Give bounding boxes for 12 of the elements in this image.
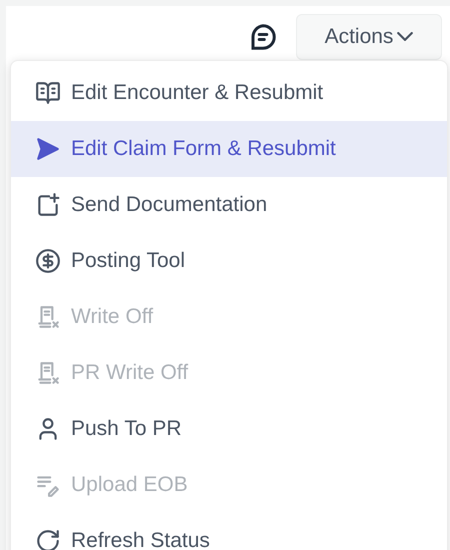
dollar-icon	[35, 248, 61, 274]
book-icon	[35, 80, 61, 106]
menu-item[interactable]: Refresh Status	[11, 513, 447, 550]
chevron-down-icon	[397, 32, 414, 41]
menu-item[interactable]: Posting Tool	[11, 233, 447, 289]
menu-item[interactable]: Push To PR	[11, 401, 447, 457]
menu-item[interactable]: Edit Encounter & Resubmit	[11, 65, 447, 121]
actions-button[interactable]: Actions	[296, 14, 442, 60]
refresh-icon	[35, 528, 61, 550]
menu-item[interactable]: Send Documentation	[11, 177, 447, 233]
menu-item[interactable]: Edit Claim Form & Resubmit	[11, 121, 447, 177]
send-icon	[35, 136, 61, 162]
